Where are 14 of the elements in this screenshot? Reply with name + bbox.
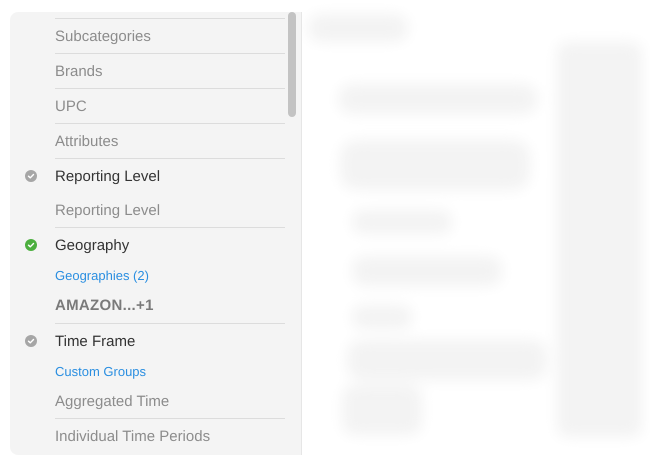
- filter-option[interactable]: Brands: [55, 62, 103, 80]
- filter-link[interactable]: Custom Groups: [55, 364, 146, 378]
- filter-option[interactable]: Individual Time Periods: [55, 428, 210, 444]
- section-title: Reporting Level: [55, 168, 160, 184]
- filter-option[interactable]: Aggregated Time: [55, 392, 170, 410]
- filter-option[interactable]: UPC: [55, 98, 87, 114]
- scrollbar-thumb[interactable]: [288, 12, 296, 117]
- filter-option[interactable]: Reporting Level: [55, 202, 160, 218]
- section-title: Time Frame: [55, 332, 136, 350]
- selected-value: AMAZON...+1: [55, 297, 154, 314]
- filter-option[interactable]: Attributes: [55, 132, 118, 150]
- filter-link[interactable]: Geographies (2): [55, 268, 149, 282]
- filter-option[interactable]: Subcategories: [55, 28, 151, 44]
- section-title: Geography: [55, 236, 130, 254]
